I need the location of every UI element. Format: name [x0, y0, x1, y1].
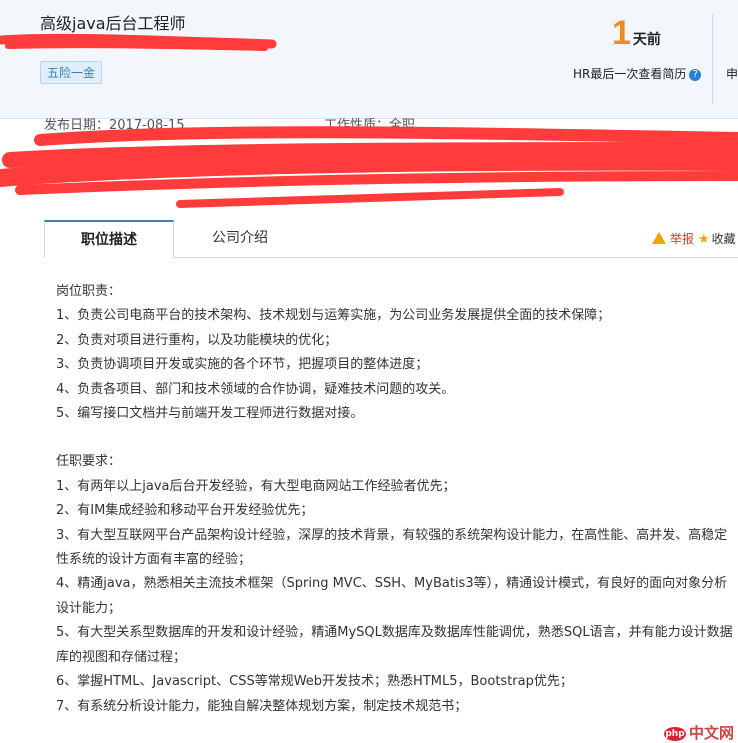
- detail-tabbar: 职位描述 公司介绍 举报 ★ 收藏: [0, 218, 738, 258]
- apply-button-partial[interactable]: 申: [726, 65, 738, 82]
- work-nature: 工作性质：全职: [324, 118, 416, 133]
- report-link[interactable]: 举报: [670, 232, 694, 246]
- duty-item: 1、负责公司电商平台的技术架构、技术规划与运筹实施，为公司业务发展提供全面的技术…: [56, 308, 611, 324]
- star-icon: ★: [698, 232, 710, 247]
- duty-item: 5、编写接口文档并与前端开发工程师进行数据对接。: [56, 406, 364, 422]
- welfare-tag: 五险一金: [40, 61, 103, 84]
- requirement-item: 6、掌握HTML、Javascript、CSS等常规Web开发技术；熟悉HTML…: [56, 674, 573, 690]
- watermark-badge: php: [664, 726, 686, 741]
- requirement-item: 2、有IM集成经验和移动平台开发经验优先；: [56, 503, 314, 519]
- requirements-heading: 任职要求：: [56, 454, 122, 470]
- duty-item: 4、负责各项目、部门和技术领域的合作协调，疑难技术问题的攻关。: [56, 381, 455, 397]
- duty-item: 2、负责对项目进行重构，以及功能模块的优化；: [56, 332, 338, 348]
- job-description: 岗位职责： 1、负责公司电商平台的技术架构、技术规划与运筹实施，为公司业务发展提…: [56, 280, 738, 719]
- requirement-item: 4、精通java，熟悉相关主流技术框架（Spring MVC、SSH、MyBat…: [56, 576, 728, 616]
- days-number: 1: [612, 14, 631, 52]
- help-icon[interactable]: ?: [689, 68, 702, 81]
- report-collect-actions: 举报 ★ 收藏: [652, 230, 736, 247]
- tab-company-intro[interactable]: 公司介绍: [212, 222, 268, 254]
- requirement-item: 3、有大型互联网平台产品架构设计经验，深厚的技术背景，有较强的系统架构设计能力，…: [56, 527, 728, 568]
- duties-heading: 岗位职责：: [56, 284, 122, 299]
- watermark-text: 中文网: [689, 724, 735, 742]
- hr-last-view-label: HR最后一次查看简历?: [573, 65, 702, 82]
- site-watermark: php 中文网: [664, 722, 734, 743]
- header-divider: [712, 14, 713, 104]
- hr-last-view-text: HR最后一次查看简历: [573, 67, 687, 81]
- warning-icon: [652, 232, 666, 244]
- duty-item: 3、负责协调项目开发或实施的各个环节，把握项目的整体进度；: [56, 357, 429, 373]
- requirement-item: 7、有系统分析设计能力，能独自解决整体规划方案，制定技术规范书；: [56, 698, 468, 714]
- last-viewed-indicator: 1 天前: [612, 14, 661, 53]
- days-unit: 天前: [632, 32, 661, 48]
- collect-link[interactable]: 收藏: [712, 232, 736, 246]
- requirements-section: 任职要求： 1、有两年以上java后台开发经验，有大型电商网站工作经验者优先； …: [56, 450, 738, 718]
- publish-date: 发布日期：2017-08-15: [44, 118, 185, 133]
- job-title: 高级java后台工程师: [40, 14, 186, 33]
- requirement-item: 5、有大型关系型数据库的开发和设计经验，精通MySQL数据库及数据库性能调优，熟…: [56, 625, 733, 665]
- job-header: 高级java后台工程师 五险一金 1 天前 HR最后一次查看简历? 申: [0, 0, 738, 119]
- tab-job-description[interactable]: 职位描述: [44, 220, 174, 258]
- requirement-item: 1、有两年以上java后台开发经验，有大型电商网站工作经验者优先；: [56, 478, 456, 494]
